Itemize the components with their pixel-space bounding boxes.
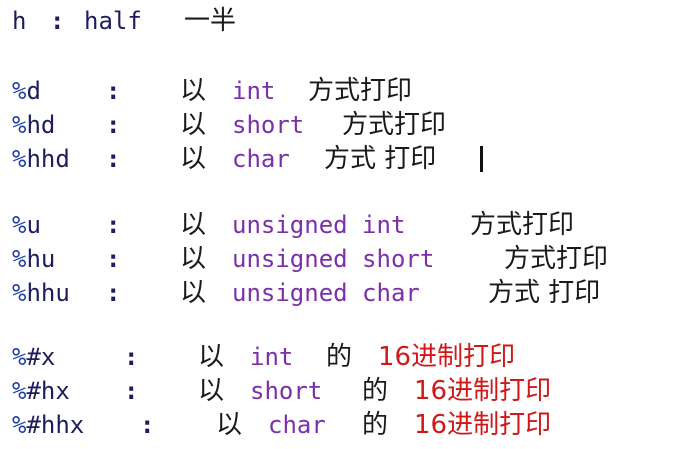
row-prefix: 以: [180, 144, 207, 174]
type-keyword: char: [268, 411, 326, 439]
row-colon: :: [106, 245, 121, 273]
lecture-slide: h : half 一半 %d : 以 int 方式打印 %hd : 以 shor…: [0, 0, 673, 449]
row-mid: 的: [362, 376, 389, 406]
row-suffix: 方式打印: [342, 110, 447, 140]
row-suffix: 方式 打印: [324, 144, 437, 174]
row-suffix: 方式打印: [504, 244, 609, 274]
row-prefix: 以: [180, 210, 207, 240]
row-colon: :: [106, 279, 121, 307]
hex-note: 16进制打印: [414, 376, 552, 406]
type-keyword: char: [232, 145, 290, 173]
row-prefix: 以: [198, 376, 225, 406]
row-colon: :: [140, 411, 155, 439]
row-prefix: 以: [198, 342, 225, 372]
row-colon: :: [124, 343, 139, 371]
format-specifier: %#hx: [12, 377, 70, 405]
format-specifier: %hd: [12, 111, 56, 139]
row-prefix: 以: [180, 110, 207, 140]
row-prefix: 以: [180, 244, 207, 274]
type-keyword: unsigned short: [232, 245, 435, 273]
row-prefix: 以: [216, 410, 243, 440]
format-specifier: %u: [12, 211, 41, 239]
row-suffix: 方式打印: [308, 76, 413, 106]
format-specifier: %hhu: [12, 279, 70, 307]
row-mid: 的: [362, 410, 389, 440]
format-specifier: %#hhx: [12, 411, 85, 439]
type-keyword: short: [250, 377, 323, 405]
header-letter: h: [12, 7, 27, 35]
row-suffix: 方式 打印: [488, 278, 601, 308]
header-colon: :: [50, 7, 65, 35]
format-specifier: %hhd: [12, 145, 70, 173]
type-keyword: int: [250, 343, 294, 371]
header-word: half: [84, 7, 142, 35]
type-keyword: unsigned char: [232, 279, 420, 307]
row-colon: :: [106, 111, 121, 139]
row-colon: :: [106, 145, 121, 173]
row-prefix: 以: [180, 76, 207, 106]
text-cursor: [480, 146, 483, 172]
type-keyword: short: [232, 111, 305, 139]
row-colon: :: [124, 377, 139, 405]
format-specifier: %hu: [12, 245, 56, 273]
hex-note: 16进制打印: [378, 342, 516, 372]
row-colon: :: [106, 211, 121, 239]
format-specifier: %d: [12, 77, 41, 105]
row-colon: :: [106, 77, 121, 105]
header-meaning: 一半: [184, 6, 237, 36]
format-specifier: %#x: [12, 343, 56, 371]
row-mid: 的: [326, 342, 353, 372]
hex-note: 16进制打印: [414, 410, 552, 440]
row-suffix: 方式打印: [470, 210, 575, 240]
row-prefix: 以: [180, 278, 207, 308]
type-keyword: unsigned int: [232, 211, 406, 239]
type-keyword: int: [232, 77, 276, 105]
